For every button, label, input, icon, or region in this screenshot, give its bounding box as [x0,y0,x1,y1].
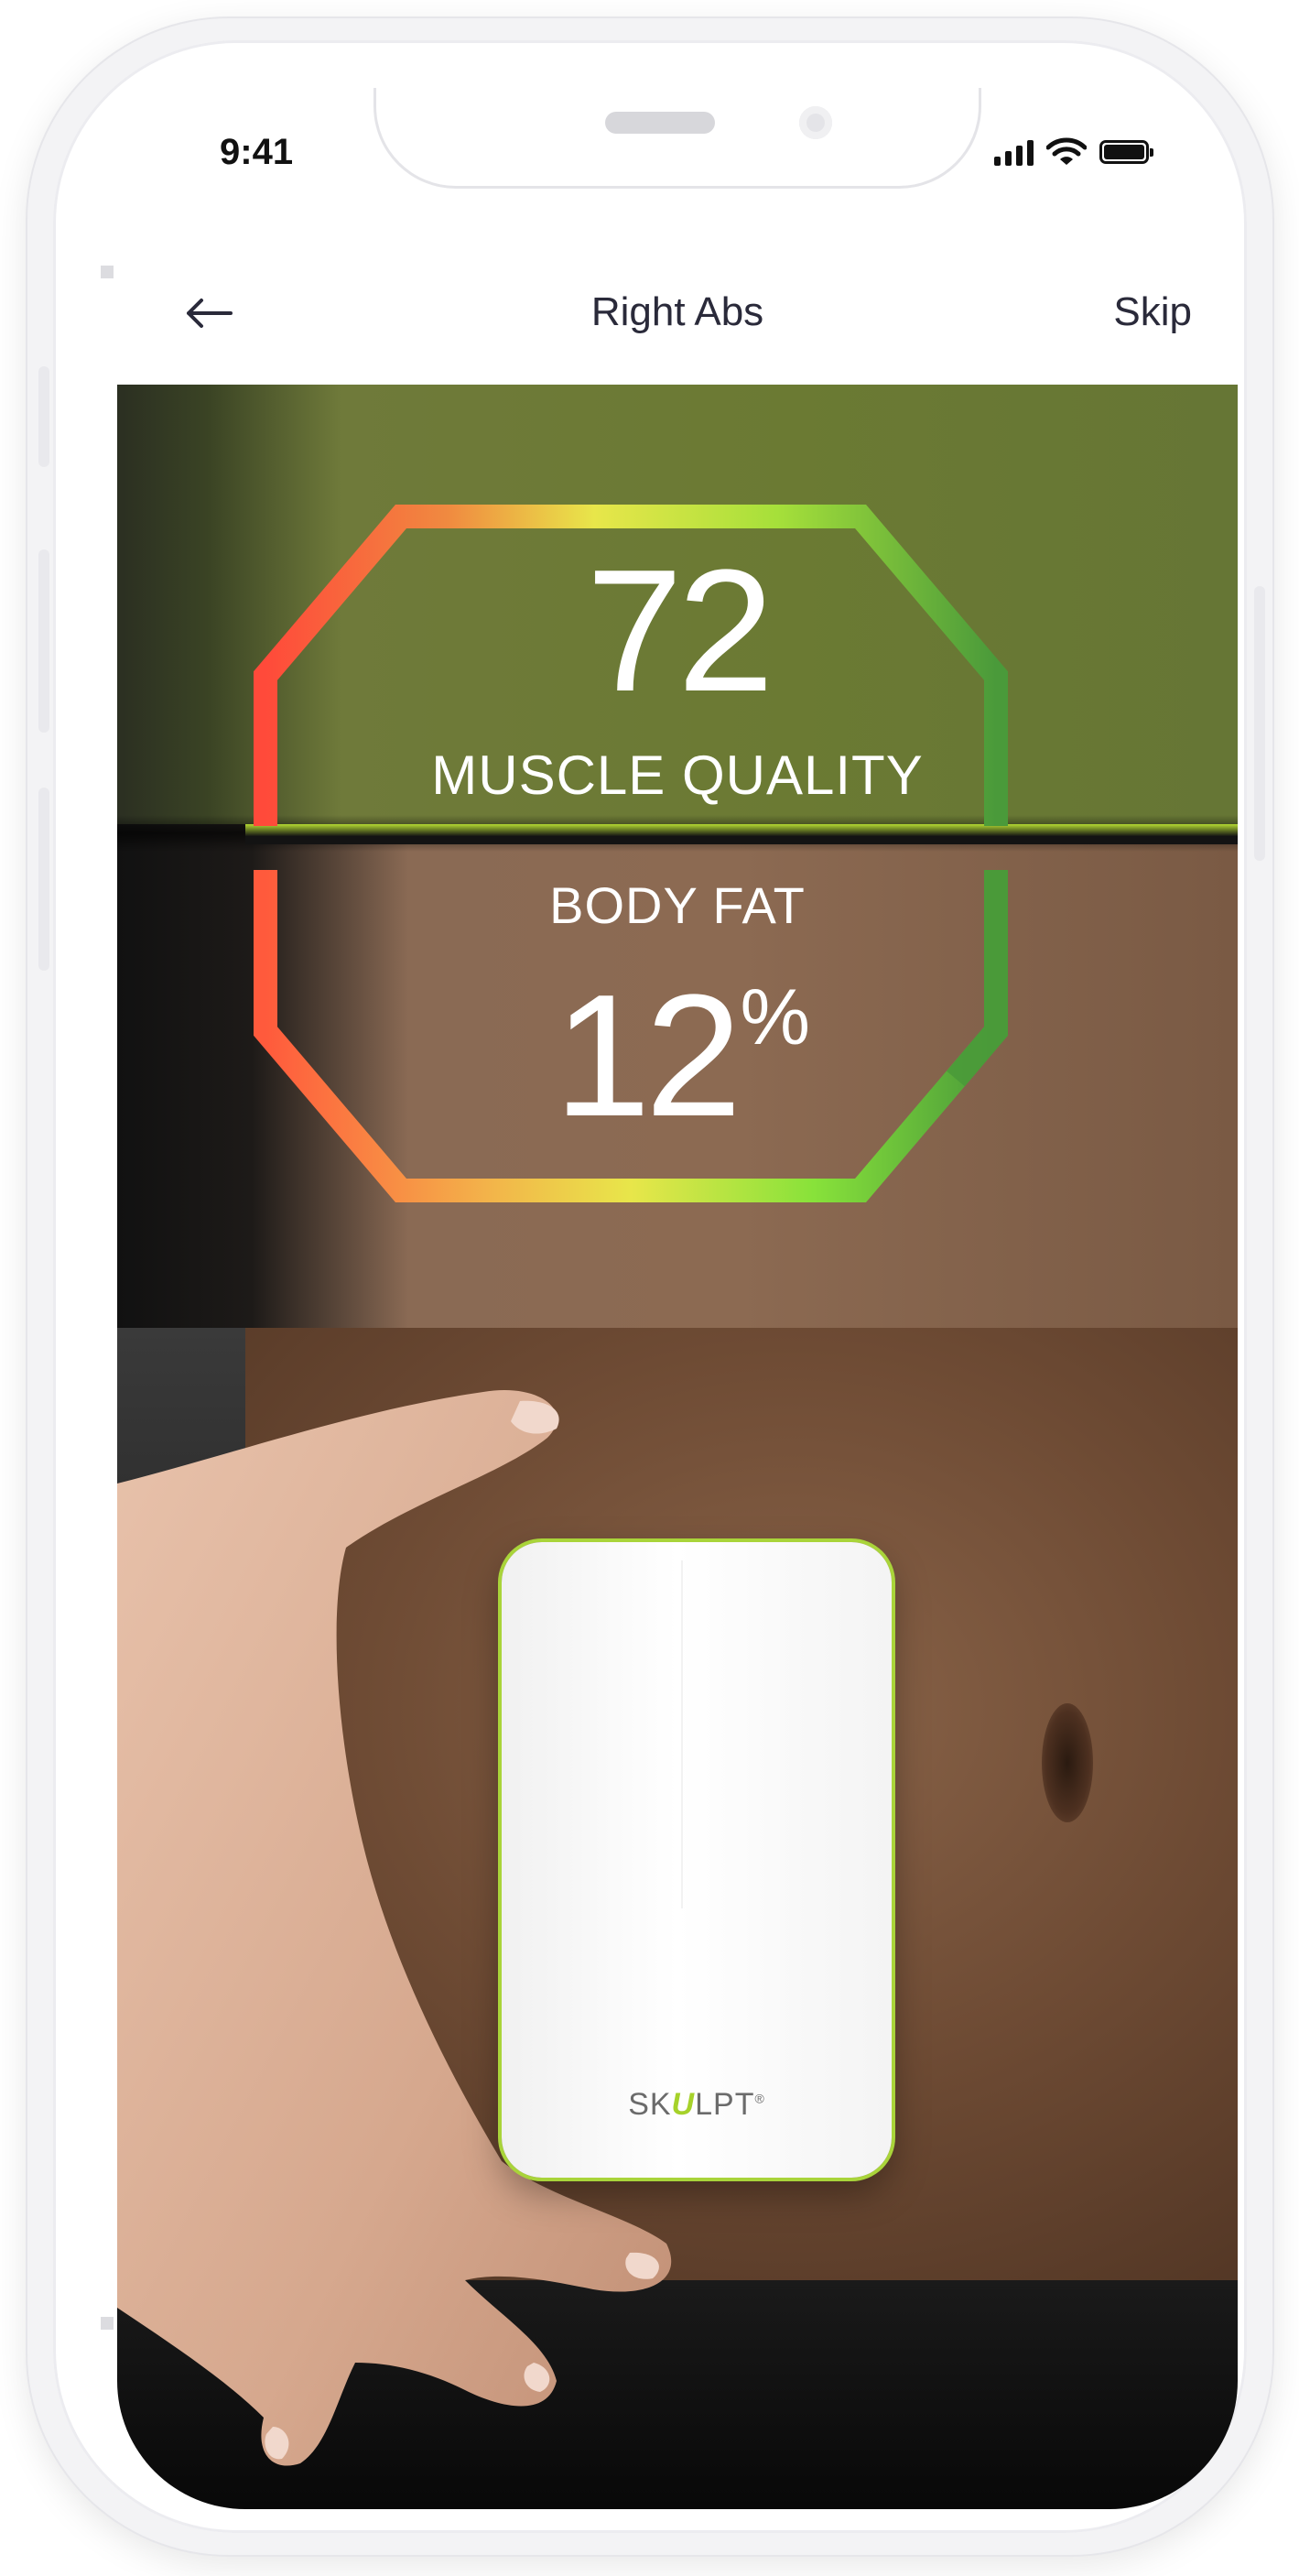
body-fat-label: BODY FAT [549,876,806,934]
antenna-band [101,2317,114,2330]
body-fat-unit: % [740,973,810,1061]
front-camera [799,106,832,139]
power-button [1254,586,1265,861]
skulpt-logo: SKULPT® [628,2087,765,2122]
skulpt-scanner-device: SKULPT® [502,1542,892,2178]
earpiece-speaker [605,112,715,134]
volume-down-button [38,788,49,971]
skip-button[interactable]: Skip [1113,289,1192,335]
abs-scan-photo: SKULPT® 72 MUSCLE QUALITY BODY FAT 12% [117,385,1238,2509]
wifi-icon [1046,137,1087,165]
device-seam [681,1560,683,1908]
muscle-quality-score: 72 [586,534,774,728]
antenna-band [101,266,114,278]
photo-navel [1042,1703,1093,1822]
nav-bar: Right Abs Skip [117,244,1238,381]
results-gauge: 72 MUSCLE QUALITY BODY FAT 12% [117,385,1238,1328]
page-title: Right Abs [590,289,764,334]
muscle-quality-label: MUSCLE QUALITY [431,745,924,806]
battery-icon [1099,140,1153,164]
notch [373,88,981,189]
volume-up-button [38,549,49,733]
cellular-signal-icon [994,138,1034,166]
status-icons [994,136,1153,168]
octagon-gauge-ring [254,505,1008,1202]
body-fat-number: 12 [554,959,742,1153]
status-time: 9:41 [220,132,294,172]
body-fat-value: 12% [117,956,1238,1156]
phone-screen: SKULPT® 72 MUSCLE QUALITY BODY FAT 12% 9… [117,88,1238,2509]
mute-switch [38,366,49,467]
